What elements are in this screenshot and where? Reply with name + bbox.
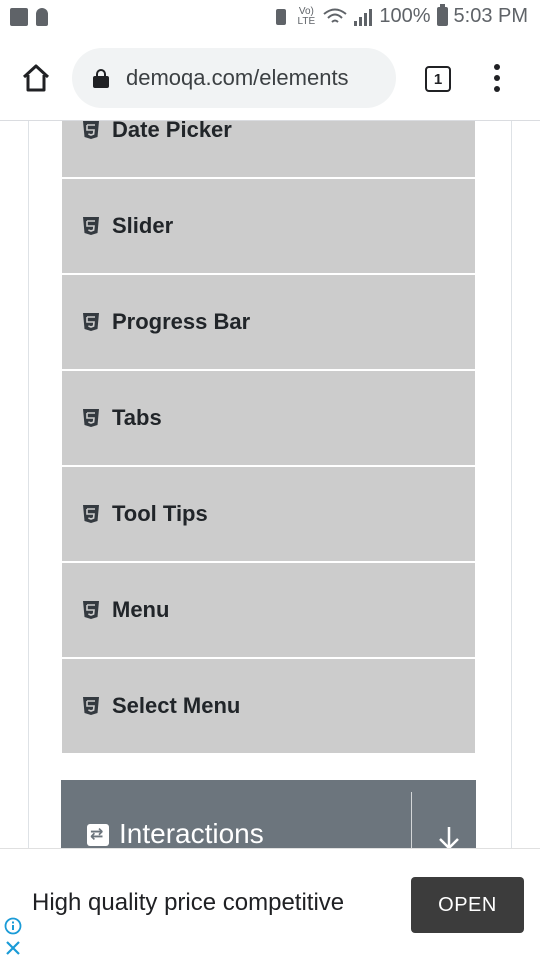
- menu-item-label: Tool Tips: [112, 501, 208, 526]
- menu-item-label: Date Picker: [112, 121, 232, 142]
- battery-percent: 100%: [379, 5, 431, 27]
- status-bar: Vo) LTE 100% 5:03 PM: [0, 0, 540, 36]
- vibrate-icon: [276, 8, 287, 25]
- menu-item-menu[interactable]: Menu: [62, 563, 475, 659]
- html5-icon: [83, 505, 99, 523]
- group-header-divider: [411, 792, 412, 848]
- group-title: Interactions: [119, 818, 264, 848]
- html5-icon: [83, 697, 99, 715]
- element-menu-list: Date Picker Slider Progress Bar Tabs Too…: [62, 121, 475, 755]
- ad-banner[interactable]: High quality price competitive OPEN: [0, 848, 540, 960]
- menu-item-tabs[interactable]: Tabs: [62, 371, 475, 467]
- html5-icon: [83, 409, 99, 427]
- address-bar[interactable]: demoqa.com/elements: [72, 48, 396, 108]
- volte-icon: Vo) LTE: [297, 5, 316, 27]
- menu-item-label: Slider: [112, 213, 174, 238]
- menu-item-select-menu[interactable]: Select Menu: [62, 659, 475, 755]
- menu-item-label: Progress Bar: [112, 309, 251, 334]
- info-icon[interactable]: [4, 917, 22, 935]
- html5-icon: [83, 601, 99, 619]
- html5-icon: [83, 313, 99, 331]
- signal-icon: [354, 8, 373, 26]
- menu-item-label: Select Menu: [112, 693, 241, 718]
- html5-icon: [83, 217, 99, 235]
- ad-open-button[interactable]: OPEN: [411, 877, 524, 933]
- ad-text: High quality price competitive: [32, 889, 345, 916]
- html5-icon: [83, 121, 99, 139]
- menu-item-date-picker[interactable]: Date Picker: [62, 121, 475, 179]
- interactions-icon: [87, 824, 109, 846]
- content-border-right: [511, 121, 512, 848]
- content-border-left: [28, 121, 29, 848]
- overflow-menu-icon[interactable]: [494, 64, 502, 92]
- person-icon: [36, 8, 48, 26]
- menu-item-slider[interactable]: Slider: [62, 179, 475, 275]
- url-text[interactable]: demoqa.com/elements: [126, 65, 349, 91]
- close-icon[interactable]: [4, 939, 22, 957]
- menu-item-progress-bar[interactable]: Progress Bar: [62, 275, 475, 371]
- wifi-icon: [323, 8, 347, 23]
- lock-icon: [92, 68, 110, 88]
- voicemail-icon: [10, 8, 28, 26]
- group-header-interactions[interactable]: Interactions: [61, 780, 476, 848]
- browser-toolbar: demoqa.com/elements 1: [0, 36, 540, 121]
- menu-item-label: Tabs: [112, 405, 162, 430]
- arrow-down-icon[interactable]: [435, 824, 463, 848]
- clock: 5:03 PM: [453, 5, 528, 27]
- page-content: Date Picker Slider Progress Bar Tabs Too…: [0, 121, 540, 848]
- menu-item-label: Menu: [112, 597, 170, 622]
- menu-item-tool-tips[interactable]: Tool Tips: [62, 467, 475, 563]
- battery-icon: [436, 4, 448, 26]
- home-icon[interactable]: [20, 62, 52, 94]
- tab-switcher-button[interactable]: 1: [425, 66, 451, 92]
